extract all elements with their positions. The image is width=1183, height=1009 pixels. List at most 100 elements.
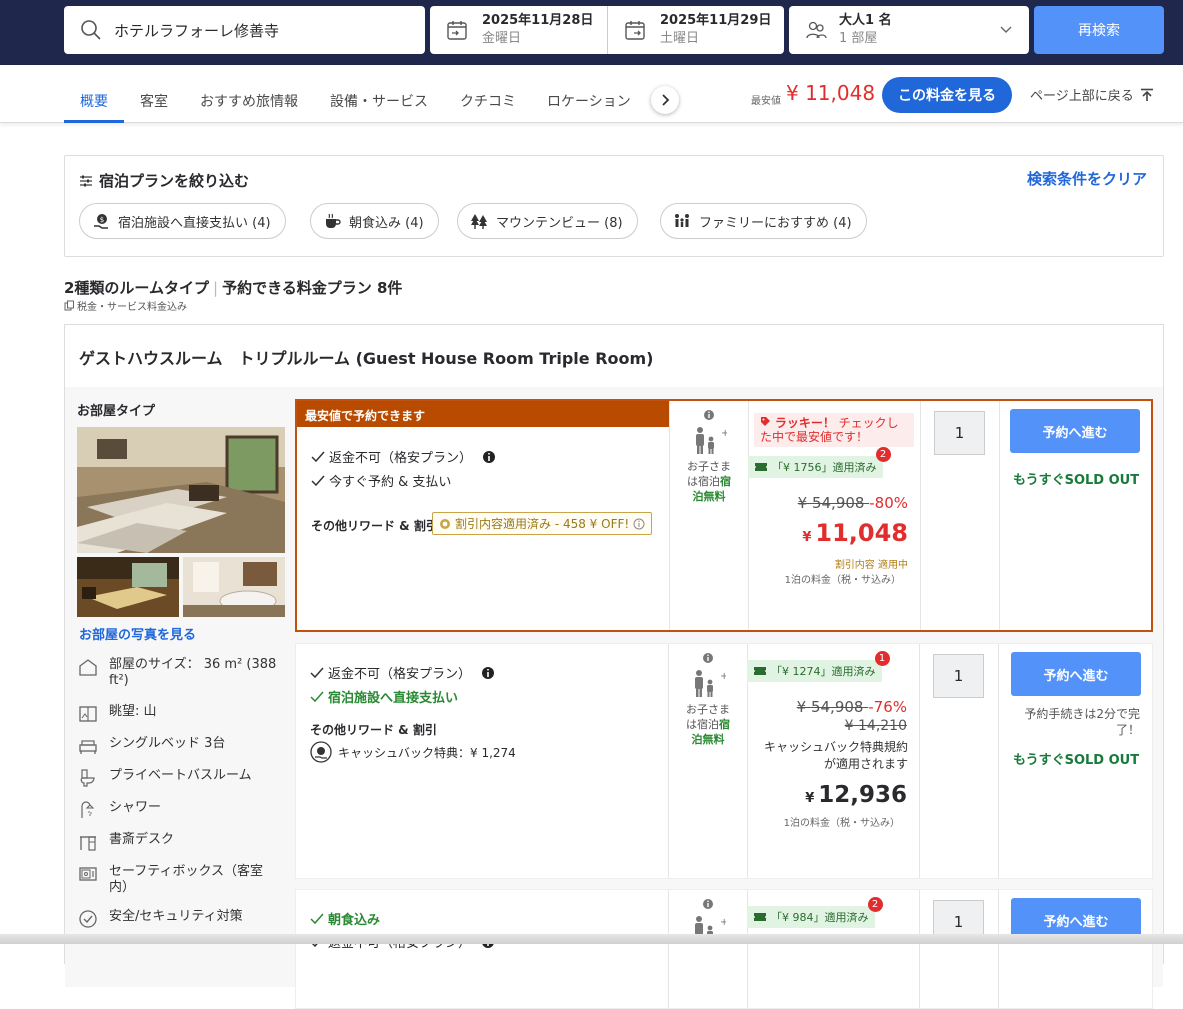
check-icon [310,913,324,924]
coffee-cup-icon [326,213,341,228]
research-button[interactable]: 再検索 [1034,6,1164,54]
info-outline-icon [633,518,645,529]
back-to-top-label: ページ上部に戻る [1030,89,1134,104]
checkout-date-text: 2025年11月29日 [660,13,772,28]
feature-label: プライベートバスルーム [109,768,252,783]
tab-facilities[interactable]: 設備・サービス [330,91,428,111]
cashback-icon [310,741,332,763]
selling-out-note: もうすぐSOLD OUT [1013,473,1140,488]
plan-condition-label: 朝食込み [328,913,381,928]
svg-text:+: + [721,428,727,439]
info-small-icon[interactable] [703,409,715,421]
coupon-applied-tag[interactable]: 「¥ 1756」適用済み 2 [748,447,891,478]
currency-symbol: ¥ [805,791,815,806]
info-small-icon[interactable] [702,898,714,910]
trees-icon [471,214,487,229]
clear-filters-link[interactable]: 検索条件をクリア [1027,168,1147,189]
discount-applied-tag[interactable]: 割引内容適用済み - 458 ¥ OFF! [432,512,653,535]
desk-icon [80,836,96,851]
currency-symbol: ¥ [802,530,812,545]
tab-travel-info[interactable]: おすすめ旅情報 [200,91,298,111]
feature-bathroom: プライベートバスルーム [77,768,282,788]
child-plus-icon: + [695,670,728,697]
svg-text:+: + [720,671,726,682]
room-photos-link[interactable]: お部屋の写真を見る [79,624,196,643]
shower-icon [81,801,95,818]
tab-rooms[interactable]: 客室 [140,91,168,111]
room-photo-thumb[interactable] [183,557,285,617]
info-small-icon[interactable] [702,652,714,664]
room-quantity-select[interactable]: 1 [933,654,984,698]
plan-filter-panel: 宿泊プランを絞り込む 検索条件をクリア $ 宿泊施設へ直接支払い (4) 朝食込… [64,155,1164,257]
back-to-top-link[interactable]: ページ上部に戻る [1030,85,1154,104]
filter-chip-family[interactable]: ファミリーにおすすめ (4) [660,203,867,239]
tab-location[interactable]: ロケーション [547,91,631,111]
search-icon [81,20,101,40]
plan-condition-label: 今すぐ予約 & 支払い [329,475,452,490]
kids-text: お子さま [687,460,731,473]
tab-overview[interactable]: 概要 [80,91,108,111]
active-tab-indicator [64,120,124,123]
min-price-label: 最安値 [751,96,781,107]
reward-label: その他リワード & 割引 [310,723,437,737]
tax-note-text: 税金・サービス料金込み [77,302,187,313]
checkin-date[interactable]: 2025年11月28日 金曜日 [430,6,607,54]
house-icon [79,659,97,676]
arrow-up-icon [1140,88,1153,101]
current-price-value: 12,936 [818,782,907,808]
see-price-button[interactable]: この料金を見る [882,77,1012,113]
cashback-offer: キャッシュバック特典：¥ 1,274 [310,741,516,763]
svg-text:+: + [720,917,726,928]
info-icon[interactable] [481,666,495,680]
tab-reviews[interactable]: クチコミ [460,91,516,111]
feature-label: 安全/セキュリティ対策 [109,909,243,924]
calendar-checkout-icon [625,21,645,40]
date-picker: 2025年11月28日 金曜日 2025年11月29日 土曜日 [430,6,784,54]
feature-label: 書斎デスク [109,832,175,847]
tag-icon [761,417,770,426]
cashback-label: キャッシュバック特典：¥ 1,274 [338,745,516,760]
chevron-right-icon [662,94,670,106]
room-title: ゲストハウスルーム トリプルルーム (Guest House Room Trip… [79,349,654,368]
room-quantity-select[interactable]: 1 [934,411,985,455]
book-button[interactable]: 予約へ進む [1010,409,1140,453]
check-icon [310,667,324,678]
check-icon [311,475,325,486]
per-night-note: 1泊の料金（税・サ込み） [783,818,900,829]
plan-condition-label: 返金不可（格安プラン） [328,667,472,682]
ticket-icon [754,667,766,675]
book-button[interactable]: 予約へ進む [1011,652,1141,696]
sliders-icon [80,175,92,186]
check-icon [311,451,325,462]
checkin-weekday: 金曜日 [482,31,522,46]
info-icon[interactable] [482,450,496,464]
plan-condition: 返金不可（格安プラン） [310,663,495,682]
coupon-label: 「¥ 984」適用済み [771,911,869,924]
filter-chip-breakfast[interactable]: 朝食込み (4) [310,203,439,239]
room-photo-main[interactable] [77,427,285,553]
kids-text: お子さま [686,703,730,716]
tabs-next-button[interactable] [651,86,679,114]
coupon-applied-tag[interactable]: 「¥ 1274」適用済み 1 [747,651,890,682]
selling-out-note: もうすぐSOLD OUT [1013,753,1140,768]
feature-beds: シングルベッド 3台 [77,736,282,756]
plan-condition-breakfast: 朝食込み [310,909,380,928]
checkout-date[interactable]: 2025年11月29日 土曜日 [607,6,784,54]
discount-percent: -76% [868,698,907,716]
safe-box-icon [79,867,97,881]
discount-active-note: 割引内容 適用中 [834,560,908,571]
discount-applied-label: 割引内容適用済み - 458 ¥ OFF! [455,517,630,531]
guest-selector[interactable]: 大人1 名 1 部屋 [789,6,1029,54]
feature-label: 部屋のサイズ： 36 m² (388 ft²) [109,657,277,688]
coupon-applied-tag[interactable]: 「¥ 984」適用済み 2 [747,897,883,928]
search-input[interactable]: ホテルラフォーレ修善寺 [64,6,425,54]
current-price: ¥11,048 [748,519,908,547]
room-photo-thumb[interactable] [77,557,179,617]
filter-chip-pay-at-property[interactable]: $ 宿泊施設へ直接支払い (4) [79,203,286,239]
filter-title: 宿泊プランを絞り込む [79,170,249,191]
filter-chip-mountain-view[interactable]: マウンテンビュー (8) [457,203,638,239]
current-price-value: 11,048 [815,519,908,547]
plan-condition-label: 宿泊施設へ直接支払い [328,691,459,706]
plan-condition: 返金不可（格安プラン） [311,447,496,466]
search-bar: ホテルラフォーレ修善寺 2025年11月28日 金曜日 2025年11月29日 … [0,0,1183,65]
